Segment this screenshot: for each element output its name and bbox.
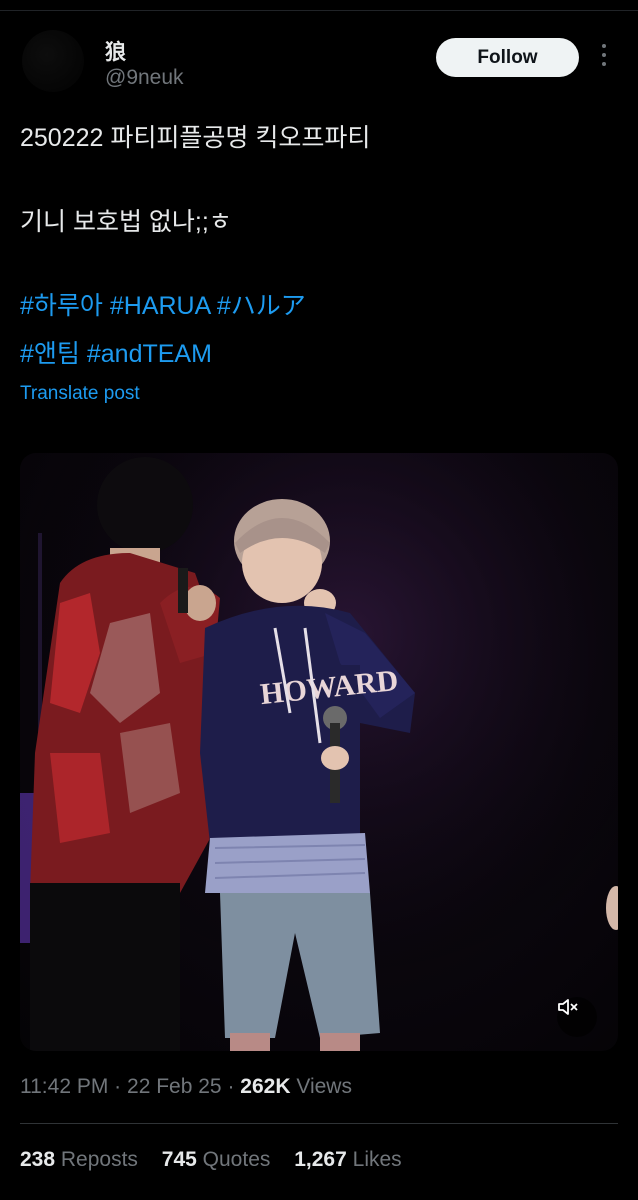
more-options-icon[interactable] bbox=[598, 44, 610, 72]
hashtag-link[interactable]: #andTEAM bbox=[87, 340, 212, 368]
hashtag-link[interactable]: #앤팀 bbox=[20, 340, 80, 368]
hashtag-row-2: #앤팀 #andTEAM bbox=[20, 334, 212, 370]
views-count[interactable]: 262K bbox=[240, 1075, 290, 1098]
meta-separator: · bbox=[114, 1075, 122, 1098]
mute-toggle-button[interactable] bbox=[557, 997, 597, 1037]
quotes-label: Quotes bbox=[202, 1148, 271, 1171]
translate-post-link[interactable]: Translate post bbox=[20, 383, 140, 405]
likes-count: 1,267 bbox=[294, 1148, 347, 1171]
stats-divider bbox=[20, 1123, 618, 1124]
tweet-text-line-1: 250222 파티피플공명 킥오프파티 bbox=[20, 124, 371, 152]
display-name[interactable]: 狼 bbox=[105, 36, 126, 66]
reposts-stat[interactable]: 238 Reposts bbox=[20, 1148, 144, 1171]
reposts-label: Reposts bbox=[60, 1148, 138, 1171]
quotes-stat[interactable]: 745 Quotes bbox=[162, 1148, 276, 1171]
tweet-video[interactable]: HOWARD bbox=[20, 453, 618, 1051]
tweet-metadata: 11:42 PM · 22 Feb 25 · 262K Views bbox=[20, 1075, 352, 1099]
top-divider bbox=[0, 10, 638, 11]
hashtag-link[interactable]: #ハルア bbox=[217, 292, 306, 320]
user-handle[interactable]: @9neuk bbox=[105, 66, 184, 90]
tweet-text-line-2: 기니 보호법 없나;;ㅎ bbox=[20, 208, 232, 236]
tweet-time[interactable]: 11:42 PM bbox=[20, 1075, 108, 1098]
likes-label: Likes bbox=[352, 1148, 402, 1171]
follow-button[interactable]: Follow bbox=[436, 38, 579, 77]
hashtag-row-1: #하루아 #HARUA #ハルア bbox=[20, 286, 306, 322]
hashtag-link[interactable]: #HARUA bbox=[110, 292, 210, 320]
tweet-date[interactable]: 22 Feb 25 bbox=[127, 1075, 222, 1098]
video-frame-illustration: HOWARD bbox=[20, 453, 618, 1051]
avatar[interactable] bbox=[22, 30, 84, 92]
reposts-count: 238 bbox=[20, 1148, 56, 1171]
views-label: Views bbox=[296, 1075, 352, 1098]
hashtag-link[interactable]: #하루아 bbox=[20, 292, 103, 320]
engagement-stats: 238 Reposts 745 Quotes 1,267 Likes bbox=[20, 1148, 420, 1172]
speaker-muted-icon bbox=[558, 999, 578, 1015]
meta-separator: · bbox=[227, 1075, 235, 1098]
quotes-count: 745 bbox=[161, 1148, 197, 1171]
likes-stat[interactable]: 1,267 Likes bbox=[294, 1148, 401, 1171]
